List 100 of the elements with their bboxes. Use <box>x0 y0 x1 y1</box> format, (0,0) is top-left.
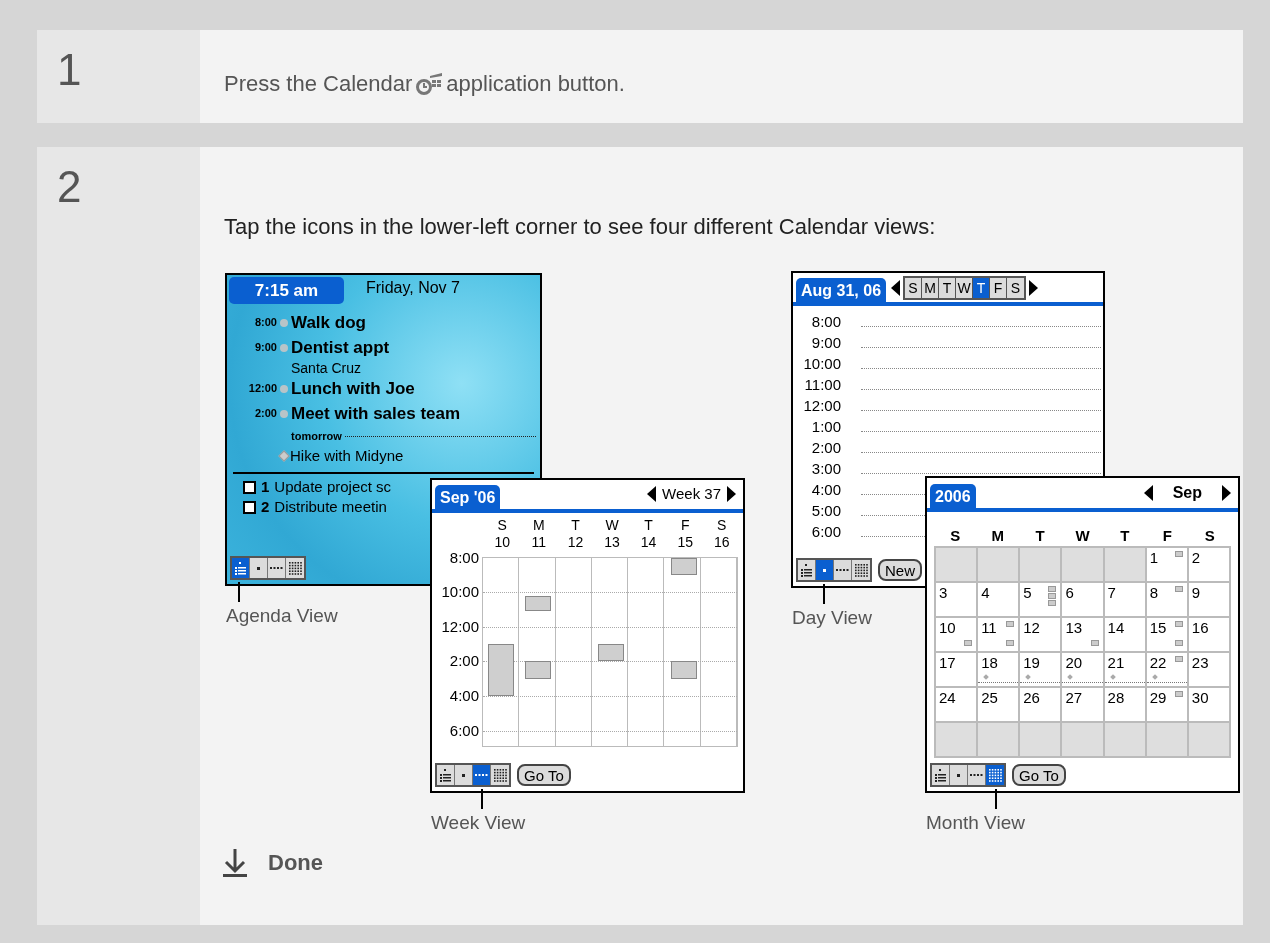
day-cell[interactable]: 21 <box>1103 652 1146 687</box>
view-button[interactable] <box>473 765 491 785</box>
header-tab[interactable]: Aug 31, 06 <box>796 278 887 302</box>
date-number: 11 <box>981 620 997 635</box>
day-cell[interactable]: 15 <box>1145 617 1188 652</box>
day-cell[interactable]: 23 <box>1187 652 1230 687</box>
time-label: 1:00 <box>810 417 841 438</box>
palm-button[interactable]: Go To <box>517 764 571 786</box>
day-cell[interactable]: 19 <box>1019 652 1062 687</box>
instruction-text: application button. <box>446 70 625 98</box>
list-icon <box>235 561 246 575</box>
right-arrow-icon[interactable] <box>727 486 736 503</box>
clock-badge[interactable]: 7:15 am <box>229 277 344 304</box>
date-number: 19 <box>1023 655 1040 670</box>
right-arrow-icon[interactable] <box>1222 485 1231 501</box>
task-checkbox[interactable] <box>243 480 256 494</box>
event-location: Santa Cruz <box>291 360 363 376</box>
weekday-letter: T <box>644 516 653 534</box>
day-cell[interactable]: 26 <box>1019 687 1062 722</box>
day-cell[interactable]: 17 <box>935 652 978 687</box>
event-title[interactable]: Dentist appt <box>291 334 390 361</box>
view-button[interactable] <box>798 560 816 580</box>
view-button[interactable] <box>816 560 834 580</box>
palm-button[interactable]: New <box>878 559 922 581</box>
day-cell[interactable]: 7 <box>1103 582 1146 617</box>
date-number: 15 <box>677 533 693 551</box>
day-cell[interactable]: 9 <box>1187 582 1230 617</box>
day-cell[interactable]: 29 <box>1145 687 1188 722</box>
event-time: 8:00 <box>253 315 277 331</box>
day-cell[interactable]: 30 <box>1187 687 1230 722</box>
weekday-letter: S <box>1203 526 1216 546</box>
dotted-line-icon <box>475 774 488 776</box>
view-button[interactable] <box>986 765 1004 785</box>
weekday-button[interactable]: M <box>922 278 940 298</box>
header-tab[interactable]: 2006 <box>930 484 976 508</box>
step-number: 2 <box>57 162 82 211</box>
event-time: 2:00 <box>253 406 277 422</box>
day-cell[interactable]: 10 <box>935 617 978 652</box>
day-cell[interactable]: 4 <box>977 582 1020 617</box>
day-cell[interactable]: 20 <box>1061 652 1104 687</box>
weekday-button[interactable]: S <box>905 278 923 298</box>
time-label: 11:00 <box>803 375 841 396</box>
task-priority: 1 <box>261 476 270 497</box>
left-arrow-icon[interactable] <box>1143 485 1153 501</box>
weekday-button[interactable]: W <box>956 278 974 298</box>
view-button[interactable] <box>437 765 455 785</box>
day-cell[interactable]: 24 <box>935 687 978 722</box>
event-title[interactable]: Lunch with Joe <box>291 375 415 402</box>
view-button[interactable] <box>232 558 250 578</box>
weekday-button[interactable]: T <box>973 278 991 298</box>
weekday-button[interactable]: T <box>939 278 957 298</box>
view-caption: Month View <box>926 811 1025 835</box>
event-title[interactable]: Walk dog <box>291 309 366 336</box>
day-cell[interactable]: 27 <box>1061 687 1104 722</box>
event-time: 9:00 <box>253 340 277 356</box>
day-cell[interactable]: 13 <box>1061 617 1104 652</box>
date-number: 8 <box>1149 585 1159 600</box>
left-arrow-icon[interactable] <box>891 280 901 296</box>
task-checkbox[interactable] <box>243 500 256 514</box>
day-cell[interactable]: 22 <box>1145 652 1188 687</box>
day-cell[interactable]: 5 <box>1019 582 1062 617</box>
day-cell[interactable]: 25 <box>977 687 1020 722</box>
day-cell[interactable]: 3 <box>935 582 978 617</box>
weekday-letter: M <box>990 526 1005 546</box>
header-tab[interactable]: Sep '06 <box>435 484 501 509</box>
day-cell[interactable]: 16 <box>1187 617 1230 652</box>
day-cell[interactable]: 28 <box>1103 687 1146 722</box>
date-number: 12 <box>567 533 584 551</box>
date-number: 3 <box>939 585 948 600</box>
weekday-letter: T <box>1034 526 1046 546</box>
weekday-button[interactable]: F <box>990 278 1008 298</box>
event-block[interactable] <box>524 595 551 612</box>
date-number: 26 <box>1023 690 1040 705</box>
event-title[interactable]: Hike with Midyne <box>290 444 404 468</box>
event-block[interactable] <box>524 661 551 679</box>
day-cell[interactable]: 11 <box>977 617 1020 652</box>
right-arrow-icon[interactable] <box>1029 280 1039 296</box>
weekday-letter: S <box>497 516 507 534</box>
day-cell[interactable]: 6 <box>1061 582 1104 617</box>
time-label: 4:00 <box>449 687 479 703</box>
day-cell[interactable]: 2 <box>1187 547 1230 582</box>
date-number: 30 <box>1191 690 1209 705</box>
event-title[interactable]: Meet with sales team <box>291 400 461 427</box>
event-block[interactable] <box>597 644 624 662</box>
date-number: 25 <box>981 690 998 705</box>
palm-button[interactable]: Go To <box>1012 764 1066 786</box>
view-button[interactable] <box>932 765 950 785</box>
time-label: 12:00 <box>441 618 479 634</box>
view-button[interactable] <box>268 558 286 578</box>
day-cell[interactable]: 8 <box>1145 582 1188 617</box>
day-cell[interactable]: 1 <box>1145 547 1188 582</box>
weekday-letter: S <box>949 526 962 546</box>
day-cell[interactable]: 12 <box>1019 617 1062 652</box>
view-button[interactable] <box>968 765 986 785</box>
time-label: 4:00 <box>810 480 841 501</box>
day-cell[interactable]: 18 <box>977 652 1020 687</box>
view-button[interactable] <box>834 560 852 580</box>
weekday-button[interactable]: S <box>1007 278 1025 298</box>
day-cell[interactable]: 14 <box>1103 617 1146 652</box>
left-arrow-icon[interactable] <box>647 486 657 503</box>
